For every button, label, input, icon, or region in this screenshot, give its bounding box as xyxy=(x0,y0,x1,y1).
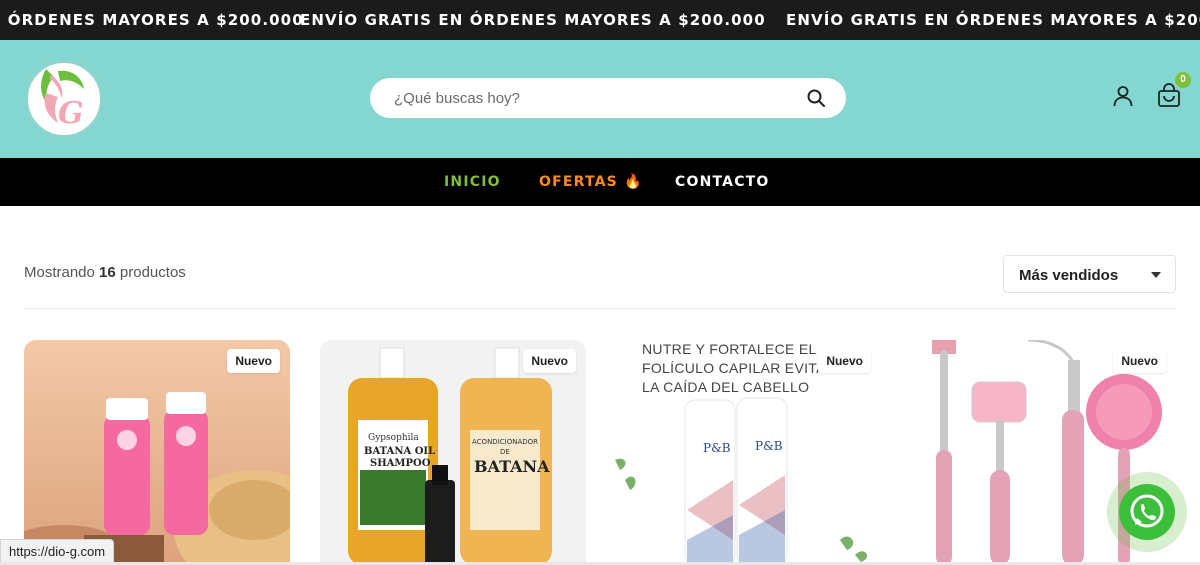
new-badge: Nuevo xyxy=(227,349,280,373)
announcement-text: ENVÍO GRATIS EN ÓRDENES MAYORES A $200.0… xyxy=(786,11,1200,29)
results-number: 16 xyxy=(99,264,116,281)
chevron-down-icon xyxy=(1151,272,1161,278)
whatsapp-button[interactable] xyxy=(1107,472,1187,552)
new-badge: Nuevo xyxy=(523,349,576,373)
sort-selected-value: Más vendidos xyxy=(1019,267,1119,284)
divider xyxy=(24,308,1176,309)
whatsapp-circle xyxy=(1119,484,1175,540)
nav-item-inicio[interactable]: INICIO xyxy=(444,174,501,190)
image-text: BATANA xyxy=(474,457,550,476)
new-badge: Nuevo xyxy=(1113,349,1166,373)
announcement-text: ENVÍO GRATIS EN ÓRDENES MAYORES A $200.0… xyxy=(0,11,304,29)
logo[interactable]: G xyxy=(25,60,103,138)
cart-count-badge: 0 xyxy=(1175,72,1191,88)
user-icon[interactable] xyxy=(1111,84,1135,108)
whatsapp-icon xyxy=(1130,494,1164,528)
product-image: Gypsophila BATANA OIL SHAMPOO ACONDICION… xyxy=(320,340,586,565)
sort-select[interactable]: Más vendidos xyxy=(1003,255,1176,293)
search-icon[interactable] xyxy=(806,88,826,108)
search-input[interactable] xyxy=(394,78,794,118)
image-text: ACONDICIONADOR xyxy=(472,438,538,446)
image-text: Gypsophila xyxy=(368,433,419,443)
svg-text:P&B: P&B xyxy=(755,439,783,453)
results-suffix: productos xyxy=(119,264,186,281)
product-card[interactable]: Nuevo xyxy=(24,340,290,565)
results-prefix: Mostrando xyxy=(24,264,95,281)
status-url: https://dio-g.com xyxy=(0,539,115,563)
header: G 0 xyxy=(0,40,1200,158)
announcement-bar: ENVÍO GRATIS EN ÓRDENES MAYORES A $200.0… xyxy=(0,0,1200,40)
nav-item-ofertas[interactable]: OFERTAS 🔥 xyxy=(539,174,643,190)
results-count: Mostrando 16 productos xyxy=(24,264,186,281)
product-card[interactable]: Gypsophila BATANA OIL SHAMPOO ACONDICION… xyxy=(320,340,586,565)
svg-text:G: G xyxy=(58,96,84,131)
product-image xyxy=(24,340,290,565)
main-nav: INICIO OFERTAS 🔥 CONTACTO xyxy=(0,158,1200,206)
svg-text:P&B: P&B xyxy=(703,441,731,455)
dio-g-logo-icon: G xyxy=(41,69,84,131)
new-badge: Nuevo xyxy=(818,349,871,373)
product-card[interactable]: P&B P&B NUTRE Y FORTALECE EL FOLÍCULO CA… xyxy=(615,340,881,565)
search-bar xyxy=(370,78,846,118)
image-text: SHAMPOO xyxy=(370,458,431,469)
image-text: BATANA OIL xyxy=(364,446,435,457)
announcement-text: ENVÍO GRATIS EN ÓRDENES MAYORES A $200.0… xyxy=(300,11,766,29)
nav-item-contacto[interactable]: CONTACTO xyxy=(675,174,770,190)
image-text: DE xyxy=(500,448,510,456)
